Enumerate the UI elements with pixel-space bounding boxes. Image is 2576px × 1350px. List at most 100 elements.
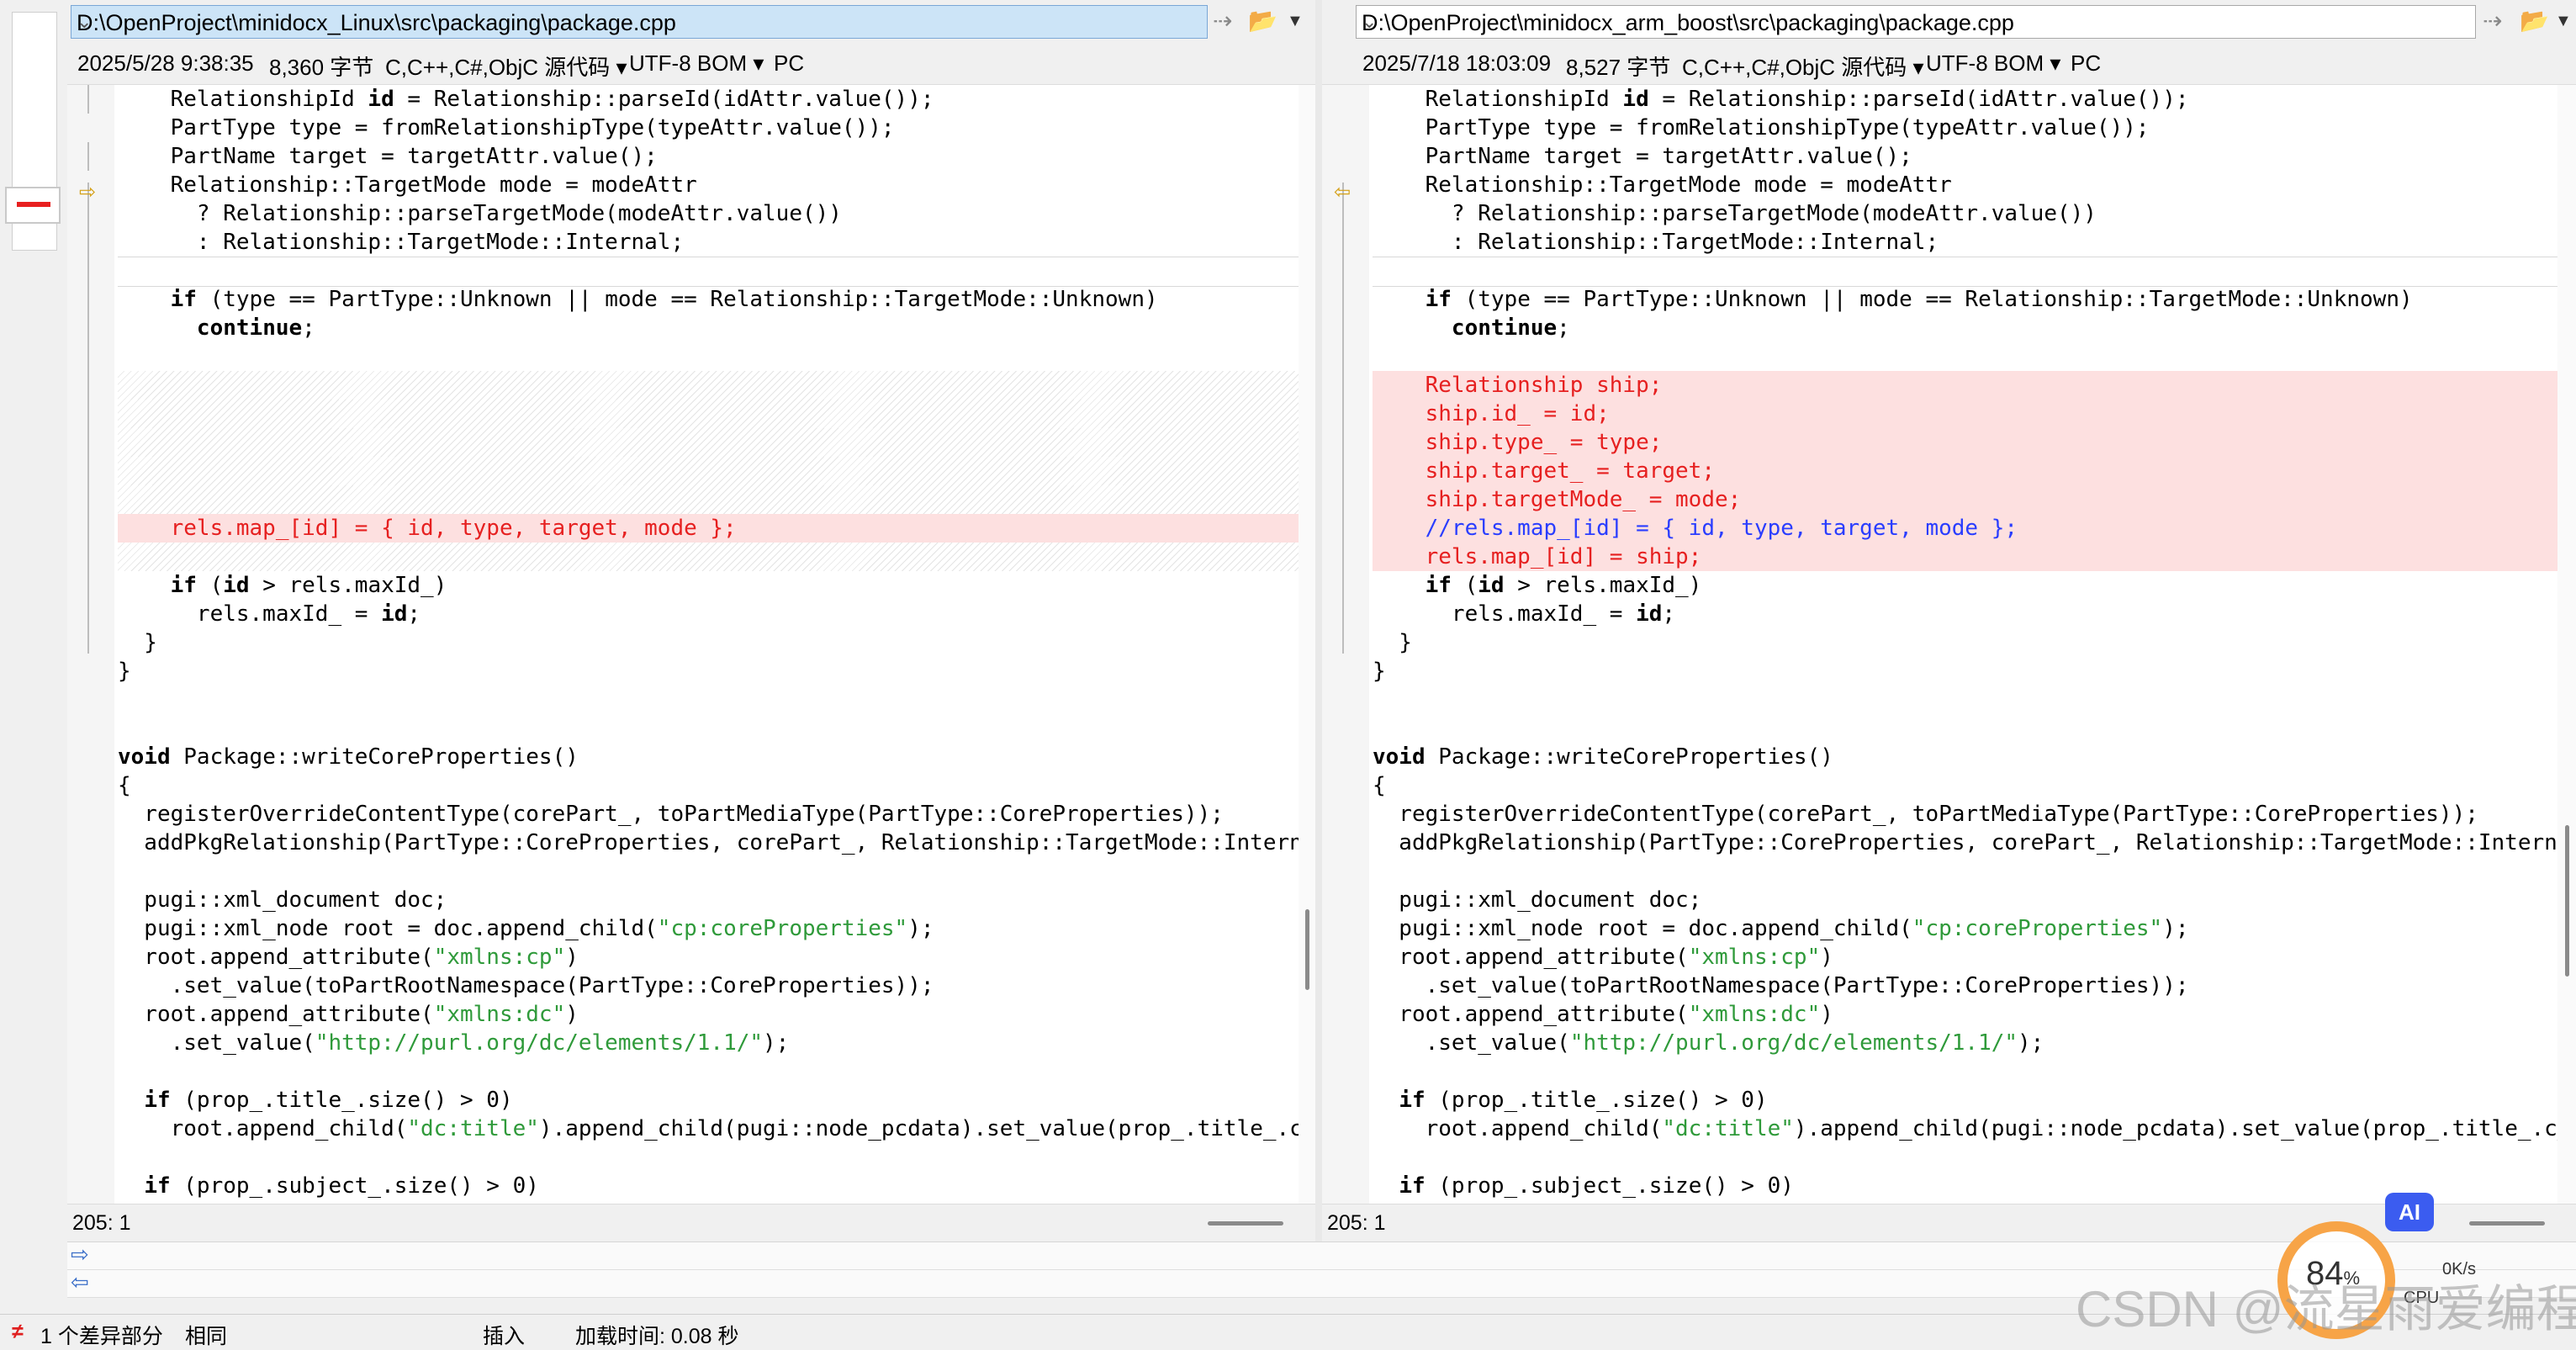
code-line[interactable]: .set_value(toPartRootNamespace(PartType:… [1373,971,2557,1000]
code-line[interactable]: continue; [1373,314,2557,342]
code-line[interactable]: PartType type = fromRelationshipType(typ… [118,114,1299,142]
right-eol[interactable]: PC [2071,50,2101,77]
code-line[interactable] [1373,857,2557,886]
code-line[interactable]: pugi::xml_document doc; [1373,886,2557,914]
right-code-view[interactable]: RelationshipId id = Relationship::parseI… [1373,85,2557,1204]
right-vertical-scrollbar[interactable] [2557,85,2576,1204]
right-scroll-thumb[interactable] [2565,825,2569,977]
code-line[interactable]: Relationship ship; [1373,371,2557,400]
code-line[interactable] [118,485,1299,514]
left-path-input[interactable]: D:\OpenProject\minidocx_Linux\src\packag… [71,5,1208,39]
code-line[interactable]: addPkgRelationship(PartType::CorePropert… [1373,829,2557,857]
code-line[interactable] [1373,257,2557,287]
chevron-down-icon[interactable]: ▼ [1287,12,1304,31]
code-line[interactable]: ship.id_ = id; [1373,400,2557,428]
code-line[interactable]: RelationshipId id = Relationship::parseI… [118,85,1299,114]
code-line[interactable]: pugi::xml_node root = doc.append_child("… [1373,914,2557,943]
chevron-down-icon[interactable]: ▼ [2555,12,2572,31]
code-line[interactable]: .set_value(toPartRootNamespace(PartType:… [118,971,1299,1000]
code-line[interactable]: addPkgRelationship(PartType::CorePropert… [118,829,1299,857]
code-line[interactable]: root.append_attribute("xmlns:cp") [1373,943,2557,971]
code-line[interactable]: rels.maxId_ = id; [118,600,1299,628]
code-line[interactable]: registerOverrideContentType(corePart_, t… [118,800,1299,829]
code-line[interactable]: rels.map_[id] = ship; [1373,543,2557,571]
code-line[interactable]: //rels.map_[id] = { id, type, target, mo… [1373,514,2557,543]
code-line[interactable]: root.append_attribute("xmlns:dc") [118,1000,1299,1029]
code-line[interactable]: if (type == PartType::Unknown || mode ==… [118,285,1299,314]
code-line[interactable]: pugi::xml_document doc; [118,886,1299,914]
code-line[interactable]: if (type == PartType::Unknown || mode ==… [1373,285,2557,314]
code-line[interactable]: } [118,628,1299,657]
code-line[interactable]: if (id > rels.maxId_) [1373,571,2557,600]
code-line[interactable] [1373,342,2557,371]
code-line[interactable] [118,857,1299,886]
code-line[interactable] [118,428,1299,457]
code-line[interactable]: : Relationship::TargetMode::Internal; [1373,228,2557,257]
code-line[interactable] [118,400,1299,428]
code-line[interactable] [118,714,1299,743]
code-line[interactable]: PartName target = targetAttr.value(); [118,142,1299,171]
current-diff-arrow-icon[interactable]: ⇦ [1334,183,1356,203]
code-line[interactable]: ship.type_ = type; [1373,428,2557,457]
code-line[interactable] [118,686,1299,714]
code-line[interactable] [1373,714,2557,743]
code-line[interactable] [118,342,1299,371]
code-line[interactable]: Relationship::TargetMode mode = modeAttr [118,171,1299,199]
chevron-down-icon[interactable]: ⌄ [1362,11,2468,33]
code-line[interactable]: } [118,657,1299,686]
code-line[interactable]: if (id > rels.maxId_) [118,571,1299,600]
pane-splitter[interactable] [1315,0,1322,1241]
code-line[interactable]: root.append_attribute("xmlns:dc") [1373,1000,2557,1029]
code-line[interactable]: registerOverrideContentType(corePart_, t… [1373,800,2557,829]
code-line[interactable]: if (prop_.title_.size() > 0) [118,1086,1299,1114]
code-line[interactable]: { [1373,771,2557,800]
code-line[interactable]: ship.targetMode_ = mode; [1373,485,2557,514]
code-line[interactable]: rels.maxId_ = id; [1373,600,2557,628]
right-language-select[interactable]: C,C++,C#,ObjC 源代码 ▾ [1682,50,1924,82]
left-language-select[interactable]: C,C++,C#,ObjC 源代码 ▾ [385,50,627,82]
code-line[interactable] [118,457,1299,485]
code-line[interactable]: if (prop_.subject_.size() > 0) [118,1172,1299,1200]
code-line[interactable]: { [118,771,1299,800]
code-line[interactable]: .set_value("http://purl.org/dc/elements/… [1373,1029,2557,1057]
code-line[interactable] [118,543,1299,571]
left-horizontal-scroll-thumb[interactable] [1208,1221,1283,1226]
code-line[interactable]: pugi::xml_node root = doc.append_child("… [118,914,1299,943]
code-line[interactable]: Relationship::TargetMode mode = modeAttr [1373,171,2557,199]
code-line[interactable]: .set_value("http://purl.org/dc/elements/… [118,1029,1299,1057]
code-line[interactable]: ? Relationship::parseTargetMode(modeAttr… [1373,199,2557,228]
left-scroll-thumb[interactable] [1305,909,1309,990]
diff-overview-map[interactable] [0,0,68,1262]
code-line[interactable]: root.append_attribute("xmlns:cp") [118,943,1299,971]
code-line[interactable]: if (prop_.title_.size() > 0) [1373,1086,2557,1114]
code-line[interactable]: } [1373,628,2557,657]
code-line[interactable]: PartType type = fromRelationshipType(typ… [1373,114,2557,142]
code-line[interactable] [118,1143,1299,1172]
left-eol[interactable]: PC [774,50,804,77]
reload-icon[interactable]: ⇢ [2483,7,2502,34]
code-line[interactable]: } [1373,657,2557,686]
code-line[interactable] [1373,1143,2557,1172]
code-line[interactable]: void Package::writeCoreProperties() [118,743,1299,771]
code-line[interactable] [118,1057,1299,1086]
code-line[interactable]: : Relationship::TargetMode::Internal; [118,228,1299,257]
code-line[interactable]: if (prop_.subject_.size() > 0) [1373,1172,2557,1200]
code-line[interactable]: ship.target_ = target; [1373,457,2557,485]
code-line[interactable]: root.append_child("dc:title").append_chi… [1373,1114,2557,1143]
right-encoding-select[interactable]: UTF-8 BOM ▾ [1926,50,2060,77]
code-line[interactable]: ? Relationship::parseTargetMode(modeAttr… [118,199,1299,228]
code-line[interactable] [118,257,1299,287]
chevron-down-icon[interactable]: ⌄ [77,11,1200,33]
reload-icon[interactable]: ⇢ [1213,7,1232,34]
code-line[interactable]: void Package::writeCoreProperties() [1373,743,2557,771]
code-line[interactable] [118,371,1299,400]
code-line[interactable]: root.append_child("dc:title").append_chi… [118,1114,1299,1143]
left-code-view[interactable]: RelationshipId id = Relationship::parseI… [118,85,1299,1204]
code-line[interactable]: rels.map_[id] = { id, type, target, mode… [118,514,1299,543]
code-line[interactable]: continue; [118,314,1299,342]
left-encoding-select[interactable]: UTF-8 BOM ▾ [629,50,764,77]
left-vertical-scrollbar[interactable] [1299,85,1315,1204]
current-diff-arrow-icon[interactable]: ⇨ [79,183,101,203]
code-line[interactable]: PartName target = targetAttr.value(); [1373,142,2557,171]
folder-open-icon[interactable]: 📂 [1248,7,1277,34]
